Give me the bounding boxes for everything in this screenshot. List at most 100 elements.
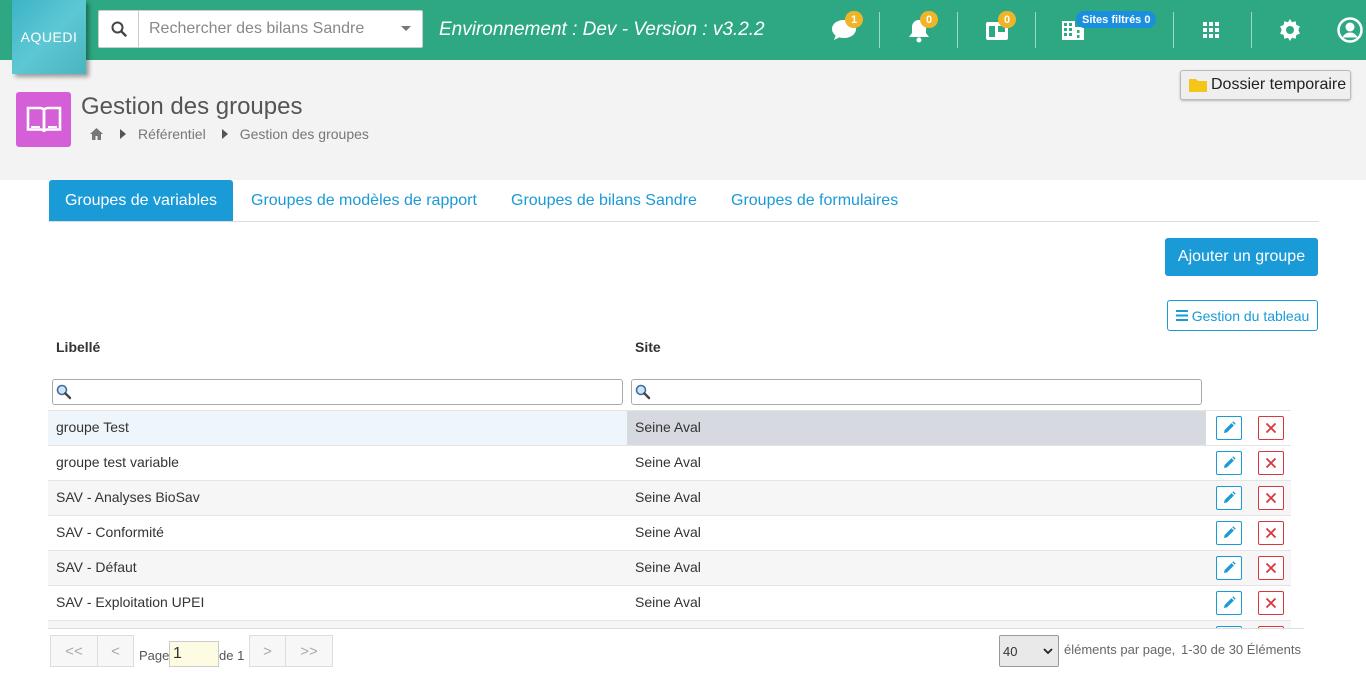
chevron-down-icon xyxy=(1043,647,1053,654)
page-icon xyxy=(16,92,71,147)
gear-icon xyxy=(1280,19,1300,41)
per-page-value: 40 xyxy=(1003,643,1018,659)
delete-button[interactable] xyxy=(1258,521,1284,545)
aquedi-logo[interactable]: AQUEDI xyxy=(12,0,86,74)
breadcrumb-item-referentiel[interactable]: Référentiel xyxy=(138,126,206,142)
close-icon xyxy=(1265,562,1277,574)
tab-variable-groups[interactable]: Groupes de variables xyxy=(49,180,233,221)
items-range-label: 1-30 de 30 Éléments xyxy=(1181,642,1301,657)
edit-button[interactable] xyxy=(1216,416,1242,440)
search-dropdown-toggle[interactable] xyxy=(390,11,422,47)
magnifier-icon xyxy=(56,384,72,400)
temp-folder-label: Dossier temporaire xyxy=(1211,76,1347,93)
pencil-icon xyxy=(1224,421,1236,433)
table-row[interactable]: groupe Test Seine Aval xyxy=(48,410,1291,445)
tab-report-model-groups[interactable]: Groupes de modèles de rapport xyxy=(251,180,477,221)
messages-badge: 1 xyxy=(845,11,863,28)
table-row[interactable]: SAV - Conformité Seine Aval xyxy=(48,515,1291,550)
edit-button[interactable] xyxy=(1216,556,1242,580)
cell-label: SAV - Analyses BioSav xyxy=(56,489,200,505)
user-menu-button[interactable] xyxy=(1336,12,1364,48)
cell-site: Seine Aval xyxy=(635,489,701,505)
grid-icon xyxy=(1203,22,1219,38)
label-filter-input[interactable] xyxy=(76,381,622,403)
page-title: Gestion des groupes xyxy=(81,93,303,120)
site-filter xyxy=(631,379,1202,405)
sites-filter-button[interactable]: Sites filtrés 0 xyxy=(1060,11,1160,48)
delete-button[interactable] xyxy=(1258,451,1284,475)
delete-button[interactable] xyxy=(1258,591,1284,615)
label-filter xyxy=(52,379,623,405)
delete-button[interactable] xyxy=(1258,556,1284,580)
tasks-button[interactable]: 0 xyxy=(982,11,1016,48)
folder-icon xyxy=(1189,79,1207,92)
table-row[interactable] xyxy=(48,620,1291,628)
top-bar: Environnement : Dev - Version : v3.2.2 1… xyxy=(0,0,1366,60)
prev-page-button[interactable]: < xyxy=(97,635,134,667)
table-row[interactable]: groupe test variable Seine Aval xyxy=(48,445,1291,480)
messages-button[interactable]: 1 xyxy=(829,11,863,48)
book-open-icon xyxy=(26,106,61,132)
cell-site: Seine Aval xyxy=(627,411,1206,445)
cell-label: SAV - Conformité xyxy=(56,524,164,540)
delete-button[interactable] xyxy=(1258,486,1284,510)
close-icon xyxy=(1265,597,1277,609)
global-search xyxy=(98,10,423,48)
bars-icon xyxy=(1175,310,1188,321)
edit-button[interactable] xyxy=(1216,591,1242,615)
breadcrumb-item-current: Gestion des groupes xyxy=(239,126,369,142)
pencil-icon xyxy=(1224,526,1236,538)
per-page-select[interactable]: 40 xyxy=(999,635,1059,667)
site-filter-input[interactable] xyxy=(655,381,1201,403)
pencil-icon xyxy=(1224,456,1236,468)
close-icon xyxy=(1265,492,1277,504)
column-header-site[interactable]: Site xyxy=(635,339,661,355)
caret-right-icon xyxy=(221,129,228,139)
home-icon[interactable] xyxy=(89,127,104,141)
breadcrumb: Référentiel Gestion des groupes xyxy=(89,126,369,142)
table-row[interactable]: SAV - Défaut Seine Aval xyxy=(48,550,1291,585)
add-group-button[interactable]: Ajouter un groupe xyxy=(1165,238,1318,276)
cell-site: Seine Aval xyxy=(635,594,701,610)
sites-filter-badge: Sites filtrés 0 xyxy=(1076,11,1157,28)
manage-table-button[interactable]: Gestion du tableau xyxy=(1167,300,1318,331)
edit-button[interactable] xyxy=(1216,521,1242,545)
first-page-button[interactable]: << xyxy=(50,635,98,667)
edit-button[interactable] xyxy=(1216,486,1242,510)
apps-button[interactable] xyxy=(1200,12,1222,48)
search-input[interactable] xyxy=(139,11,390,47)
settings-button[interactable] xyxy=(1276,12,1304,48)
page-of-label: de 1 xyxy=(219,648,245,663)
next-page-button[interactable]: > xyxy=(249,635,286,667)
column-header-label[interactable]: Libellé xyxy=(56,339,100,355)
user-circle-icon xyxy=(1337,17,1363,43)
cell-site: Seine Aval xyxy=(635,524,701,540)
tab-sandre-report-groups[interactable]: Groupes de bilans Sandre xyxy=(511,180,697,221)
cell-label: groupe Test xyxy=(48,411,627,445)
pencil-icon xyxy=(1224,596,1236,608)
pencil-icon xyxy=(1224,491,1236,503)
caret-down-icon xyxy=(401,26,411,31)
logo-text: AQUEDI xyxy=(20,29,78,45)
notifications-button[interactable]: 0 xyxy=(904,11,938,48)
delete-button[interactable] xyxy=(1258,416,1284,440)
cell-site: Seine Aval xyxy=(635,559,701,575)
temp-folder-button[interactable]: Dossier temporaire xyxy=(1180,70,1351,100)
tab-form-groups[interactable]: Groupes de formulaires xyxy=(731,180,898,221)
divider xyxy=(1173,12,1174,48)
cell-label: SAV - Exploitation UPEI xyxy=(56,594,205,610)
table-row[interactable]: SAV - Analyses BioSav Seine Aval xyxy=(48,480,1291,515)
close-icon xyxy=(1265,457,1277,469)
tasks-badge: 0 xyxy=(998,11,1016,28)
close-icon xyxy=(1265,527,1277,539)
table-row[interactable]: SAV - Exploitation UPEI Seine Aval xyxy=(48,585,1291,620)
search-button[interactable] xyxy=(99,11,139,47)
cell-label: groupe test variable xyxy=(56,454,179,470)
page-number-input[interactable]: 1 xyxy=(169,641,219,667)
pencil-icon xyxy=(1224,561,1236,573)
per-page-label: éléments par page, xyxy=(1064,642,1176,657)
edit-button[interactable] xyxy=(1216,451,1242,475)
pagination-divider xyxy=(48,628,1304,629)
magnifier-icon xyxy=(635,384,651,400)
last-page-button[interactable]: >> xyxy=(285,635,333,667)
